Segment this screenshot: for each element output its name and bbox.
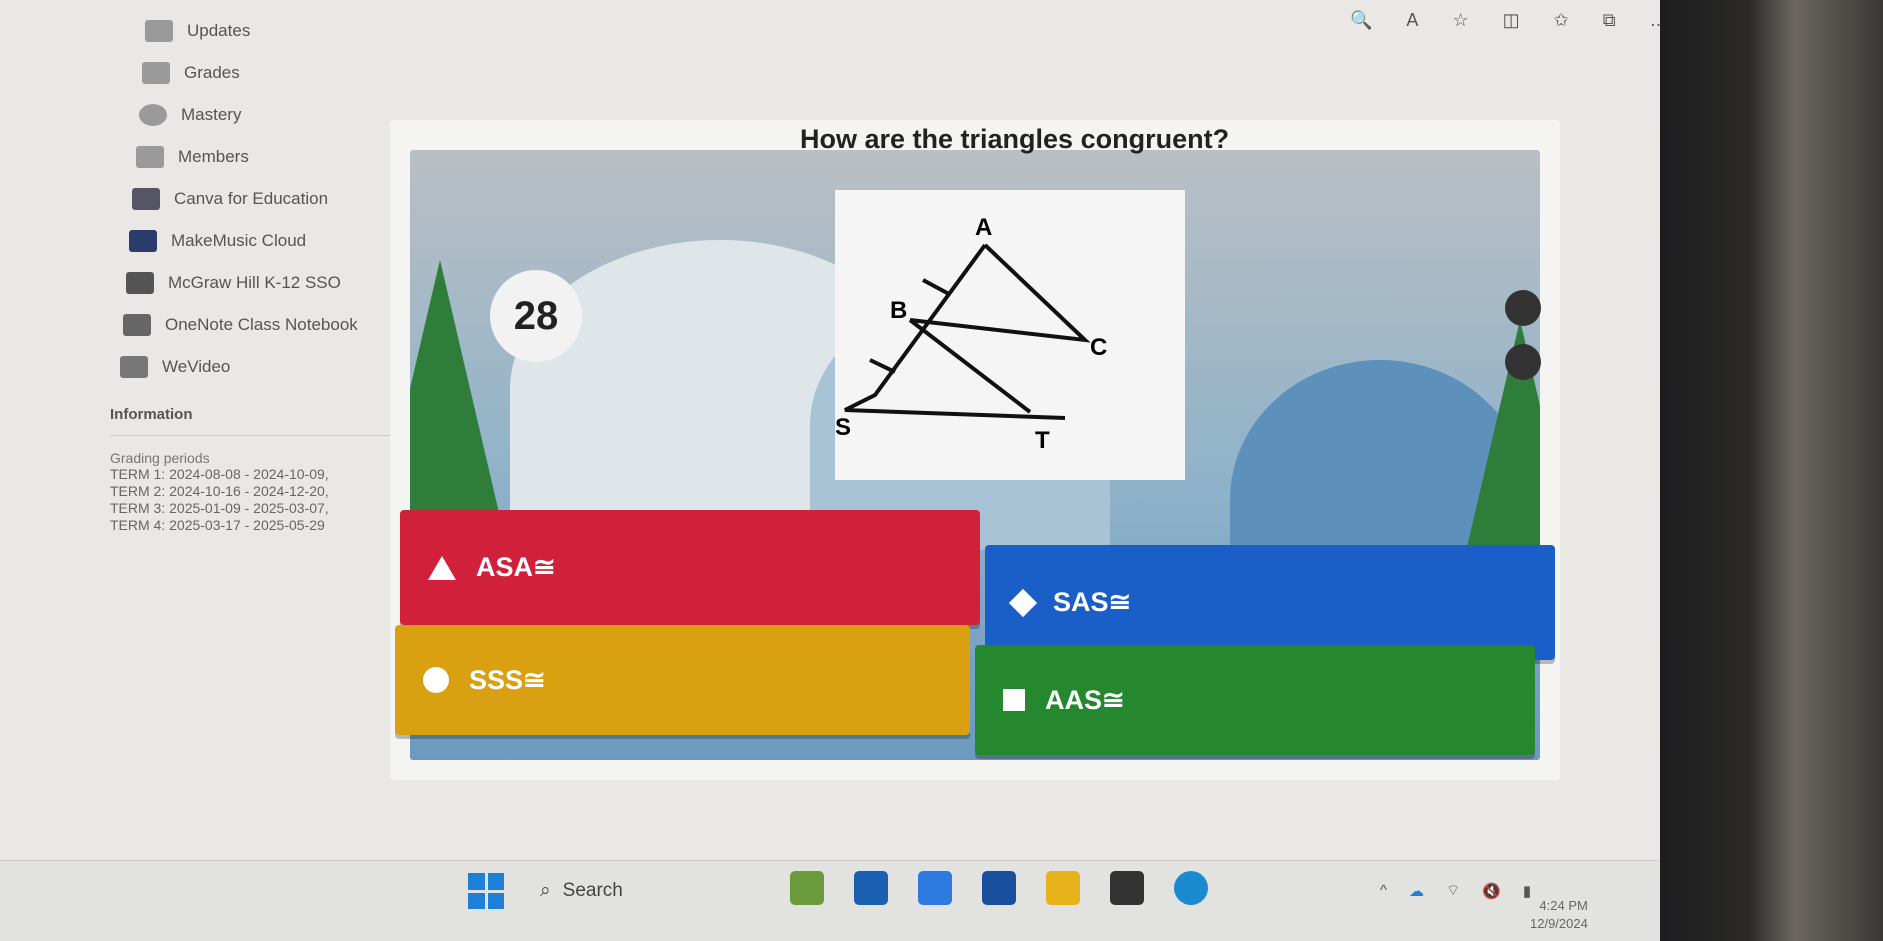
- wifi-icon[interactable]: ⌔: [1446, 881, 1460, 900]
- canva-icon: [132, 188, 160, 210]
- vertex-label-c: C: [1090, 334, 1107, 361]
- sidebar-item-mastery[interactable]: Mastery: [139, 94, 390, 136]
- information-heading: Information: [110, 406, 390, 436]
- grades-icon: [142, 62, 170, 84]
- sidebar-item-label: Members: [178, 147, 249, 166]
- search-placeholder: Search: [562, 880, 623, 901]
- answer-label: AAS≅: [1045, 684, 1125, 715]
- start-button[interactable]: [468, 873, 504, 909]
- question-text: How are the triangles congruent?: [800, 124, 1230, 154]
- answer-aas-button[interactable]: AAS≅: [975, 645, 1535, 755]
- onenote-icon: [123, 314, 151, 336]
- date-text: 12/9/2024: [1530, 916, 1588, 931]
- sidebar-item-label: Mastery: [181, 105, 242, 124]
- vertex-label-t: T: [1035, 427, 1050, 454]
- onedrive-icon[interactable]: ☁: [1409, 882, 1424, 900]
- sidebar-item-makemusic[interactable]: MakeMusic Cloud: [129, 220, 390, 262]
- grading-periods-text: TERM 1: 2024-08-08 - 2024-10-09, TERM 2:…: [110, 466, 329, 533]
- mastery-icon: [139, 104, 167, 126]
- split-screen-icon[interactable]: ◫: [1503, 10, 1520, 31]
- system-tray: ^ ☁ ⌔ 🔇 ▮: [1380, 881, 1531, 900]
- app-icon[interactable]: [982, 871, 1016, 905]
- answer-label: SAS≅: [1053, 587, 1132, 617]
- quiz-panel: How are the triangles congruent? 28 A B …: [390, 120, 1560, 780]
- fullscreen-icon[interactable]: [1505, 290, 1541, 326]
- taskbar-search[interactable]: ⌕ Search: [540, 871, 760, 911]
- sidebar-item-wevideo[interactable]: WeVideo: [120, 346, 390, 388]
- diamond-icon: [1008, 588, 1038, 617]
- read-aloud-icon[interactable]: A: [1406, 10, 1418, 31]
- edge-icon[interactable]: [1174, 871, 1208, 905]
- makemusic-icon: [129, 230, 157, 252]
- volume-muted-icon[interactable]: 🔇: [1482, 882, 1501, 900]
- sidebar-item-grades[interactable]: Grades: [142, 52, 390, 94]
- zoom-icon[interactable]: 🔍: [1350, 10, 1372, 31]
- updates-icon: [145, 20, 173, 42]
- app-icon[interactable]: [854, 871, 888, 905]
- sidebar-item-label: Canva for Education: [174, 189, 329, 208]
- members-icon: [136, 146, 164, 168]
- sidebar-item-label: MakeMusic Cloud: [171, 231, 307, 250]
- sidebar-item-onenote[interactable]: OneNote Class Notebook: [123, 304, 390, 346]
- clock[interactable]: 4:24 PM 12/9/2024: [1530, 897, 1588, 933]
- square-icon: [1003, 689, 1025, 711]
- pinned-apps: [790, 871, 1208, 905]
- collections-icon[interactable]: ⧉: [1603, 10, 1616, 31]
- answer-asa-button[interactable]: ASA≅: [400, 510, 980, 625]
- answer-label: ASA≅: [476, 552, 556, 582]
- app-icon[interactable]: [918, 871, 952, 905]
- favorite-star-icon[interactable]: ☆: [1452, 10, 1468, 31]
- sound-icon[interactable]: [1505, 344, 1541, 380]
- app-icon[interactable]: [790, 871, 824, 905]
- sidebar-item-label: Updates: [187, 21, 251, 40]
- grading-periods-label: Grading periods: [110, 450, 210, 466]
- sidebar: Updates Grades Mastery Members Canva for…: [110, 10, 390, 534]
- sidebar-item-canva[interactable]: Canva for Education: [132, 178, 390, 220]
- sidebar-item-label: Grades: [184, 63, 240, 82]
- sidebar-item-label: OneNote Class Notebook: [165, 315, 358, 334]
- file-explorer-icon[interactable]: [1046, 871, 1080, 905]
- wevideo-icon: [120, 356, 148, 378]
- taskbar: ⌕ Search ^ ☁ ⌔ 🔇 ▮ 4:24 PM 12/9/2024: [0, 860, 1680, 941]
- side-controls: [1505, 290, 1541, 380]
- time-text: 4:24 PM: [1539, 898, 1588, 913]
- triangle-figure: A B C S T: [835, 190, 1185, 480]
- sidebar-item-label: McGraw Hill K-12 SSO: [168, 273, 341, 292]
- vertex-label-a: A: [975, 214, 992, 241]
- sidebar-item-mcgraw-hill[interactable]: McGraw Hill K-12 SSO: [126, 262, 390, 304]
- monitor-bezel: [1660, 0, 1883, 941]
- chevron-up-icon[interactable]: ^: [1380, 882, 1387, 899]
- vertex-label-b: B: [890, 297, 907, 324]
- sidebar-item-updates[interactable]: Updates: [145, 10, 390, 52]
- triangles-diagram: A B C S T: [835, 214, 1107, 454]
- answer-sas-button[interactable]: SAS≅: [985, 545, 1555, 660]
- browser-toolbar: 🔍 A ☆ ◫ ✩ ⧉ …: [1350, 10, 1668, 31]
- app-icon[interactable]: [1110, 871, 1144, 905]
- triangle-icon: [428, 555, 456, 580]
- screen: 🔍 A ☆ ◫ ✩ ⧉ … Updates Grades Mastery Mem…: [0, 0, 1680, 941]
- mcgraw-hill-icon: [126, 272, 154, 294]
- sidebar-item-label: WeVideo: [162, 357, 231, 376]
- search-icon: ⌕: [540, 880, 551, 901]
- favorites-icon[interactable]: ✩: [1554, 10, 1569, 31]
- vertex-label-s: S: [835, 414, 851, 441]
- answer-label: SSS≅: [469, 664, 546, 695]
- circle-icon: [423, 667, 449, 693]
- answer-sss-button[interactable]: SSS≅: [395, 625, 970, 735]
- sidebar-item-members[interactable]: Members: [136, 136, 390, 178]
- countdown-timer: 28: [490, 270, 582, 362]
